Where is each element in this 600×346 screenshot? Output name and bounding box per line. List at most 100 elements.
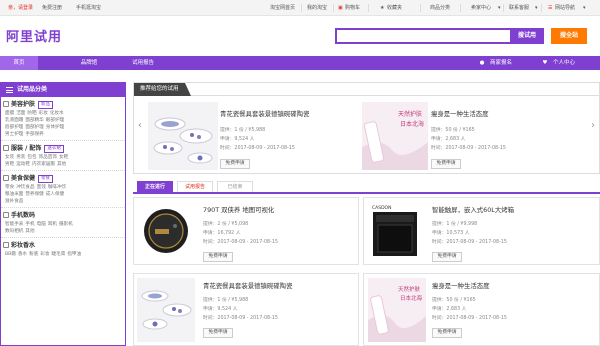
sub-link[interactable]: 面部护理 (25, 125, 43, 130)
search-input[interactable] (335, 28, 512, 44)
sub-link[interactable]: 运动鞋 (16, 162, 30, 167)
sub-link[interactable]: 其他 (25, 229, 34, 234)
category-digital[interactable]: 手机数码 智能手表 手机 电脑 耳机 摄影机 数码相机 其他 (1, 208, 125, 238)
login-link[interactable]: 亲，请登录 (8, 5, 33, 11)
search-all-button[interactable]: 搜全站 (551, 28, 587, 44)
site-logo[interactable]: 阿里试用 (6, 26, 62, 45)
sub-link[interactable]: 成人保健 (46, 192, 64, 197)
product-image-cream[interactable]: 天然护肤 日本北海 (368, 278, 426, 342)
sub-link[interactable]: 包包 (27, 155, 36, 160)
product-time: 时间：2017-08-09 - 2017-08-15 (203, 240, 278, 245)
sub-link[interactable]: 面膜 (5, 111, 14, 116)
product-title[interactable]: 瘦身是一种生活态度 (432, 281, 490, 290)
nav-item-personal[interactable]: 个人中心 (548, 56, 580, 70)
topbar-link-seller[interactable]: 卖家中心 (471, 5, 491, 11)
sub-link[interactable]: 粮油米面 (5, 192, 23, 197)
apply-button[interactable]: 免费申请 (203, 252, 233, 262)
sub-link[interactable]: 彩妆 (39, 111, 48, 116)
product-title[interactable]: 青花瓷餐具套装景德镇碗碟陶瓷 (220, 109, 309, 118)
sub-link[interactable]: 睫毛膏 (52, 252, 66, 257)
star-icon: ★ (380, 5, 385, 11)
chevron-left-icon[interactable]: ‹ (136, 119, 144, 133)
recommend-header: 推荐给您的试用 (134, 83, 599, 96)
apply-button[interactable]: 免费申请 (432, 328, 462, 338)
sub-link[interactable]: 咖啡冲饮 (48, 185, 66, 190)
sub-link[interactable]: 女鞋 (59, 155, 68, 160)
sub-link[interactable]: 滋补食品 (5, 199, 23, 204)
nav-item-merchant[interactable]: 商家报名 (486, 56, 516, 70)
topbar-link-favorites[interactable]: 收藏夹 (387, 5, 402, 11)
category-beauty[interactable]: 美容护肤 新品 面膜 洁面 防晒 彩妆 化妆水 乳液面霜 面部精华 眼部护理 唇部护理 面部护理… (1, 97, 125, 141)
category-apparel[interactable]: 服装 / 配饰 送衣裙 女装 男装 包包 饰品首饰 女鞋 男鞋 运动鞋 内衣家居服 其他 (1, 141, 125, 171)
register-link[interactable]: 免费注册 (42, 5, 62, 11)
sub-link[interactable]: 面部精华 (25, 118, 43, 123)
sub-link[interactable]: 零食 (5, 185, 14, 190)
category-name[interactable]: 手机数码 (11, 212, 35, 219)
category-cosmetics[interactable]: 彩妆香水 BB霜 香水 粉底 彩妆 睫毛膏 指甲油 (1, 238, 125, 260)
apply-button[interactable]: 免费申请 (432, 252, 462, 262)
product-title[interactable]: 智能触屏，嵌入式60L大烤箱 (432, 205, 514, 214)
chevron-right-icon[interactable]: › (589, 119, 597, 133)
product-image-tableware[interactable] (137, 278, 195, 342)
product-title[interactable]: 瘦身是一种生活态度 (431, 109, 489, 118)
nav-item-reports[interactable]: 试用报告 (122, 56, 164, 70)
product-image-tableware[interactable] (148, 102, 218, 170)
sub-link[interactable]: 唇部护理 (5, 125, 23, 130)
search-button[interactable]: 搜试用 (510, 28, 544, 44)
product-image-cream[interactable]: 天然护肤 日本北海 (362, 102, 428, 170)
sub-link[interactable]: 洁面 (16, 111, 25, 116)
apply-button[interactable]: 免费申请 (431, 159, 461, 169)
category-name[interactable]: 美容护肤 (11, 101, 35, 108)
chevron-down-icon: ▾ (535, 5, 538, 11)
sub-link[interactable]: 营养保健 (25, 192, 43, 197)
sub-link[interactable]: 智能手表 (5, 222, 23, 227)
sub-link[interactable]: 饰品首饰 (39, 155, 57, 160)
topbar-link-sitenav[interactable]: 网站导航 (555, 5, 575, 11)
category-food[interactable]: 美食保健 零食 零食 冲饮食品 蜜饯 咖啡冲饮 粮油米面 营养保健 成人保健 滋补食品 (1, 171, 125, 208)
product-image-oven[interactable]: CASDON (368, 202, 422, 260)
sub-link[interactable]: 防晒 (27, 111, 36, 116)
sub-link[interactable]: 数码相机 (5, 229, 23, 234)
sub-link[interactable]: 手部保养 (25, 132, 43, 137)
sub-link[interactable]: 内衣家居服 (32, 162, 55, 167)
apply-button[interactable]: 免费申请 (203, 328, 233, 338)
mobile-link[interactable]: 手机逛淘宝 (76, 5, 101, 11)
product-title[interactable]: 青花瓷餐具套装景德镇碗碟陶瓷 (203, 281, 292, 290)
topbar-link-categories[interactable]: 商品分类 (430, 5, 450, 11)
product-title[interactable]: 790T 双侠养 地图可视化 (203, 205, 274, 214)
category-name[interactable]: 服装 / 配饰 (11, 145, 41, 152)
sub-link[interactable]: 男鞋 (5, 162, 14, 167)
sub-link[interactable]: 乳液面霜 (5, 118, 23, 123)
sub-link[interactable]: 香水 (18, 252, 27, 257)
product-image-robot-vacuum[interactable] (137, 202, 195, 260)
sub-link[interactable]: 身体护理 (46, 125, 64, 130)
sub-link[interactable]: 女装 (5, 155, 14, 160)
topbar-link-cart[interactable]: 购物车 (345, 5, 360, 11)
sub-link[interactable]: 耳机 (48, 222, 57, 227)
tab-ended[interactable]: 已结束 (217, 181, 253, 192)
tab-ongoing[interactable]: 正在进行 (137, 181, 173, 192)
sub-link[interactable]: 彩妆 (40, 252, 49, 257)
topbar-link-home[interactable]: 淘宝网首页 (270, 5, 295, 11)
sub-link[interactable]: 男士护理 (5, 132, 23, 137)
sub-link[interactable]: BB霜 (5, 252, 16, 257)
sub-link[interactable]: 化妆水 (50, 111, 64, 116)
topbar-link-mytaobao[interactable]: 我的淘宝 (307, 5, 327, 11)
sub-link[interactable]: 其他 (57, 162, 66, 167)
sub-link[interactable]: 指甲油 (67, 252, 81, 257)
nav-item-brands[interactable]: 品牌馆 (70, 56, 108, 70)
sub-link[interactable]: 冲饮食品 (16, 185, 34, 190)
sub-link[interactable]: 手机 (25, 222, 34, 227)
nav-item-home[interactable]: 首页 (0, 56, 38, 70)
category-name[interactable]: 彩妆香水 (11, 242, 35, 249)
category-name[interactable]: 美食保健 (11, 175, 35, 182)
apply-button[interactable]: 免费申请 (220, 159, 250, 169)
sub-link[interactable]: 男装 (16, 155, 25, 160)
tab-reports[interactable]: 试用报告 (177, 181, 213, 192)
sub-link[interactable]: 摄影机 (59, 222, 73, 227)
sub-link[interactable]: 电脑 (37, 222, 46, 227)
topbar-link-service[interactable]: 联系客服 (509, 5, 529, 11)
sub-link[interactable]: 蜜饯 (37, 185, 46, 190)
sub-link[interactable]: 眼部护理 (46, 118, 64, 123)
sub-link[interactable]: 粉底 (29, 252, 38, 257)
